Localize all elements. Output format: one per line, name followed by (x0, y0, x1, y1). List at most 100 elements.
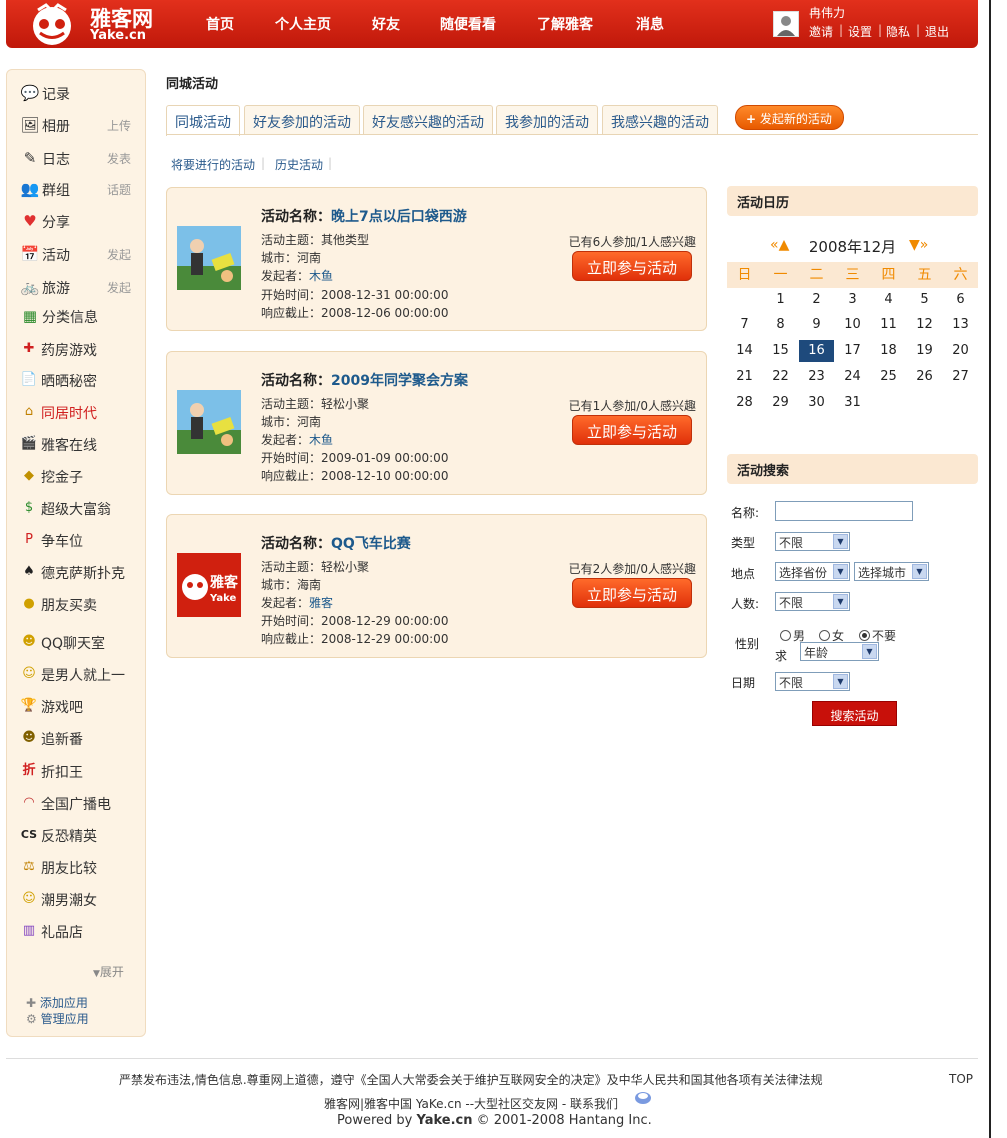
expand-link[interactable]: ▼展开 (93, 963, 124, 980)
calendar-day[interactable]: 2 (799, 289, 834, 311)
join-activity-button[interactable]: 立即参与活动 (572, 578, 692, 608)
app-compare[interactable]: ⚖ 朋友比较 (20, 857, 140, 877)
calendar-day[interactable]: 1 (763, 289, 798, 311)
tab-my-joined[interactable]: 我参加的活动 (496, 105, 598, 135)
nav-home[interactable]: 首页 (206, 14, 234, 34)
launch-link[interactable]: 发起 (107, 279, 131, 296)
app-trendy[interactable]: ☺ 潮男潮女 (20, 889, 140, 909)
topic-link[interactable]: 话题 (107, 181, 131, 198)
activity-thumbnail[interactable] (177, 390, 241, 454)
calendar-day[interactable]: 22 (763, 366, 798, 388)
calendar-day[interactable]: 15 (763, 340, 798, 362)
activity-title-link[interactable]: 2009年同学聚会方案 (331, 373, 468, 389)
calendar-day[interactable]: 5 (907, 289, 942, 311)
app-anime[interactable]: ☻ 追新番 (20, 728, 140, 748)
sidebar-item-travel[interactable]: 🚲 旅游 发起 (20, 276, 135, 298)
calendar-day[interactable]: 28 (727, 392, 762, 414)
next-month-button[interactable]: ▼» (909, 237, 928, 253)
calendar-day-today[interactable]: 16 (799, 340, 834, 362)
search-button[interactable]: 搜索活动 (812, 701, 897, 726)
tab-city-events[interactable]: 同城活动 (166, 105, 240, 136)
calendar-day[interactable]: 29 (763, 392, 798, 414)
app-discount[interactable]: 折折扣王 (20, 761, 140, 781)
back-to-top-link[interactable]: TOP (949, 1072, 973, 1086)
nav-messages[interactable]: 消息 (636, 14, 664, 34)
calendar-day[interactable]: 23 (799, 366, 834, 388)
name-input[interactable] (775, 501, 913, 521)
calendar-day[interactable]: 26 (907, 366, 942, 388)
app-dig-gold[interactable]: ◆ 挖金子 (20, 466, 140, 486)
publish-link[interactable]: 发表 (107, 150, 131, 167)
calendar-day[interactable]: 3 (835, 289, 870, 311)
sidebar-item-blog[interactable]: ✎ 日志 发表 (20, 147, 135, 169)
launch-link[interactable]: 发起 (107, 246, 131, 263)
upload-link[interactable]: 上传 (107, 117, 131, 134)
new-event-button[interactable]: + 发起新的活动 (735, 105, 844, 130)
subtab-upcoming[interactable]: 将要进行的活动 (171, 156, 255, 173)
sidebar-item-share[interactable]: ♥ 分享 (20, 210, 135, 232)
app-friend-trade[interactable]: ● 朋友买卖 (20, 594, 140, 614)
calendar-day[interactable]: 27 (943, 366, 978, 388)
settings-link[interactable]: 设置 (848, 23, 872, 40)
app-pharmacy[interactable]: ✚ 药房游戏 (20, 339, 140, 359)
calendar-day[interactable]: 25 (871, 366, 906, 388)
calendar-day[interactable]: 13 (943, 314, 978, 336)
calendar-day[interactable]: 12 (907, 314, 942, 336)
app-game-bar[interactable]: 🏆 游戏吧 (20, 696, 140, 716)
calendar-day[interactable]: 24 (835, 366, 870, 388)
age-select[interactable]: 年龄 ▼ (800, 642, 879, 661)
sidebar-item-groups[interactable]: 👥 群组 话题 (20, 178, 135, 200)
sidebar-item-events[interactable]: 📅 活动 发起 (20, 243, 135, 265)
calendar-day[interactable]: 8 (763, 314, 798, 336)
sidebar-item-records[interactable]: 💬 记录 (20, 82, 135, 104)
province-select[interactable]: 选择省份 ▼ (775, 562, 850, 581)
username[interactable]: 冉伟力 (809, 4, 845, 21)
calendar-day[interactable]: 9 (799, 314, 834, 336)
count-select[interactable]: 不限 ▼ (775, 592, 850, 611)
calendar-day[interactable]: 19 (907, 340, 942, 362)
join-activity-button[interactable]: 立即参与活动 (572, 415, 692, 445)
tab-friends-interested[interactable]: 好友感兴趣的活动 (363, 105, 493, 135)
app-broadcast[interactable]: ◠ 全国广播电 (20, 793, 140, 813)
activity-title-link[interactable]: QQ飞车比赛 (331, 536, 411, 552)
app-monopoly[interactable]: $ 超级大富翁 (20, 498, 140, 518)
subtab-history[interactable]: 历史活动 (275, 156, 323, 173)
app-man-game[interactable]: ☺ 是男人就上一 (20, 664, 140, 684)
calendar-day[interactable]: 11 (871, 314, 906, 336)
nav-profile[interactable]: 个人主页 (275, 14, 331, 34)
organizer-link[interactable]: 雅客 (309, 596, 333, 610)
sidebar-item-classifieds[interactable]: ▦ 分类信息 (20, 305, 135, 327)
calendar-day[interactable]: 20 (943, 340, 978, 362)
user-avatar[interactable] (773, 11, 799, 37)
app-gift-shop[interactable]: ▥ 礼品店 (20, 921, 140, 941)
privacy-link[interactable]: 隐私 (886, 23, 910, 40)
city-select[interactable]: 选择城市 ▼ (854, 562, 929, 581)
type-select[interactable]: 不限 ▼ (775, 532, 850, 551)
calendar-day[interactable]: 18 (871, 340, 906, 362)
invite-link[interactable]: 邀请 (809, 23, 833, 40)
calendar-day[interactable]: 30 (799, 392, 834, 414)
tab-friends-joined[interactable]: 好友参加的活动 (244, 105, 360, 135)
page-scrollbar[interactable] (989, 0, 1007, 1138)
calendar-day[interactable]: 14 (727, 340, 762, 362)
calendar-day[interactable]: 17 (835, 340, 870, 362)
app-secrets[interactable]: 📄 晒晒秘密 (20, 370, 140, 390)
app-qq-chat[interactable]: ☻ QQ聊天室 (20, 632, 140, 652)
organizer-link[interactable]: 木鱼 (309, 433, 333, 447)
date-select[interactable]: 不限 ▼ (775, 672, 850, 691)
nav-browse[interactable]: 随便看看 (440, 14, 496, 34)
join-activity-button[interactable]: 立即参与活动 (572, 251, 692, 281)
activity-thumbnail[interactable]: 雅客 Yake (177, 553, 241, 617)
footer-links[interactable]: 雅客网|雅客中国 YaKe.cn --大型社区交友网 - 联系我们 (324, 1095, 618, 1112)
nav-friends[interactable]: 好友 (372, 14, 400, 34)
calendar-day[interactable]: 7 (727, 314, 762, 336)
app-counter-strike[interactable]: CS 反恐精英 (20, 825, 140, 845)
app-parking[interactable]: P 争车位 (20, 530, 140, 550)
app-yake-online[interactable]: 🎬 雅客在线 (20, 434, 140, 454)
app-cohabitation[interactable]: ⌂ 同居时代 (20, 402, 140, 422)
calendar-day[interactable]: 4 (871, 289, 906, 311)
manage-app-link[interactable]: ⚙ 管理应用 (26, 1010, 89, 1027)
sidebar-item-album[interactable]: 🖼 相册 上传 (20, 114, 135, 136)
tab-my-interested[interactable]: 我感兴趣的活动 (602, 105, 718, 135)
calendar-day[interactable]: 10 (835, 314, 870, 336)
